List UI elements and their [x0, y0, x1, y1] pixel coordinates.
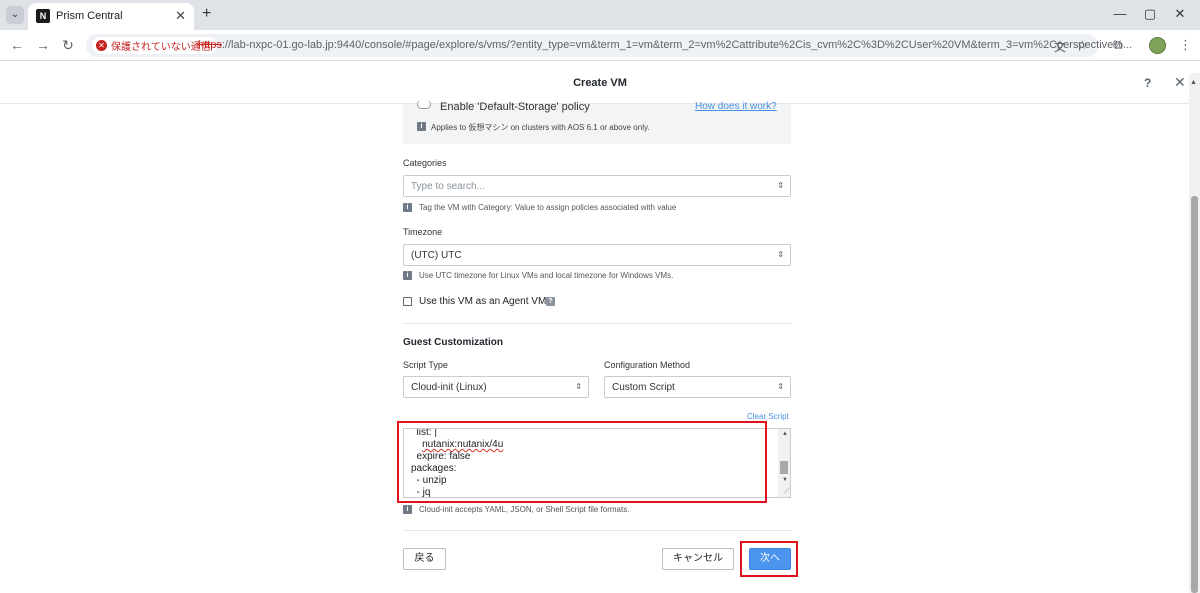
- script-type-select[interactable]: Cloud-init (Linux) ⇕: [403, 376, 589, 398]
- timezone-value: (UTC) UTC: [411, 250, 462, 261]
- script-line: packages:: [411, 463, 457, 474]
- address-bar[interactable]: ✕ 保護されていない通信 https://lab-nxpc-01.go-lab.…: [86, 34, 1132, 57]
- bookmark-star-icon[interactable]: ☆: [1077, 38, 1088, 52]
- clear-script-link[interactable]: Clear Script: [747, 412, 789, 421]
- tab-close-icon[interactable]: ✕: [175, 8, 186, 24]
- forward-arrow-icon[interactable]: →: [35, 37, 51, 53]
- storage-policy-label: Enable 'Default-Storage' policy: [440, 101, 590, 113]
- url-text[interactable]: https://lab-nxpc-01.go-lab.jp:9440/conso…: [198, 39, 1132, 51]
- dialog-title: Create VM: [573, 77, 627, 89]
- script-scroll-down-icon[interactable]: ▼: [782, 477, 788, 483]
- cancel-button[interactable]: キャンセル: [662, 548, 734, 570]
- info-icon: i: [403, 505, 412, 514]
- help-icon[interactable]: ?: [1144, 76, 1151, 90]
- nutanix-favicon-icon: N: [36, 9, 50, 23]
- dialog-close-icon[interactable]: ✕: [1174, 74, 1186, 91]
- script-line: nutanix:nutanix/4u: [422, 439, 504, 450]
- browser-toolbar: ← → ↻ ✕ 保護されていない通信 https://lab-nxpc-01.g…: [0, 30, 1200, 61]
- how-does-it-work-link[interactable]: How does it work?: [695, 101, 777, 112]
- custom-script-textarea[interactable]: list: | nutanix:nutanix/4u expire: false…: [403, 428, 791, 498]
- insecure-warning-icon: ✕: [96, 40, 107, 51]
- extensions-icon[interactable]: ⧉: [1113, 37, 1122, 53]
- reload-icon[interactable]: ↻: [60, 37, 76, 54]
- minimize-icon[interactable]: —: [1110, 6, 1130, 21]
- categories-placeholder: Type to search...: [411, 181, 485, 192]
- info-icon: i: [417, 122, 426, 131]
- maximize-icon[interactable]: ▢: [1140, 6, 1160, 22]
- timezone-hint: Use UTC timezone for Linux VMs and local…: [419, 271, 674, 280]
- tab-title: Prism Central: [56, 10, 123, 22]
- back-arrow-icon[interactable]: ←: [9, 37, 25, 53]
- script-scroll-up-icon[interactable]: ▲: [782, 431, 788, 437]
- categories-hint: Tag the VM with Category: Value to assig…: [419, 203, 677, 212]
- new-tab-icon[interactable]: +: [202, 5, 211, 23]
- config-method-label: Configuration Method: [604, 360, 691, 370]
- script-line: expire: false: [411, 451, 471, 462]
- config-method-select[interactable]: Custom Script ⇕: [604, 376, 791, 398]
- script-line: - unzip: [411, 475, 447, 486]
- cloud-init-hint: Cloud-init accepts YAML, JSON, or Shell …: [419, 505, 630, 514]
- profile-avatar[interactable]: [1149, 37, 1166, 54]
- select-caret-icon: ⇕: [777, 382, 784, 391]
- select-caret-icon: ⇕: [777, 250, 784, 259]
- storage-policy-panel: Enable 'Default-Storage' policy How does…: [403, 100, 791, 144]
- timezone-select[interactable]: (UTC) UTC ⇕: [403, 244, 791, 266]
- dialog-header: Create VM ? ✕: [0, 62, 1200, 104]
- agent-vm-help-icon[interactable]: ?: [546, 297, 555, 306]
- guest-customization-title: Guest Customization: [403, 337, 504, 348]
- info-icon: i: [403, 271, 412, 280]
- categories-label: Categories: [403, 158, 447, 168]
- browser-tabstrip: ⌄ N Prism Central ✕ + — ▢ ✕: [0, 0, 1200, 30]
- script-type-label: Script Type: [403, 360, 448, 370]
- agent-vm-label[interactable]: Use this VM as an Agent VM: [419, 296, 546, 307]
- script-line: - jq: [411, 487, 431, 498]
- storage-policy-toggle[interactable]: [417, 100, 431, 109]
- section-divider: [403, 323, 791, 324]
- storage-policy-note: Applies to 仮想マシン on clusters with AOS 6.…: [431, 123, 650, 132]
- footer-divider: [403, 530, 791, 531]
- script-scrollbar-thumb[interactable]: [780, 461, 788, 474]
- next-button[interactable]: 次へ: [749, 548, 791, 570]
- tab-search-icon[interactable]: ⌄: [6, 6, 24, 24]
- scroll-up-icon[interactable]: ▲: [1190, 79, 1197, 86]
- script-type-value: Cloud-init (Linux): [411, 382, 487, 393]
- browser-tab[interactable]: N Prism Central ✕: [28, 3, 194, 30]
- select-caret-icon: ⇕: [575, 382, 582, 391]
- timezone-label: Timezone: [403, 227, 443, 237]
- browser-menu-icon[interactable]: ⋮: [1179, 37, 1192, 53]
- categories-search-input[interactable]: Type to search... ⇕: [403, 175, 791, 197]
- resize-grip-icon[interactable]: ⟋: [784, 488, 789, 496]
- config-method-value: Custom Script: [612, 382, 675, 393]
- translate-icon[interactable]: 文: [1054, 38, 1066, 55]
- script-line: list: |: [411, 428, 437, 438]
- security-text: 保護されていない通信: [111, 42, 211, 53]
- back-button[interactable]: 戻る: [403, 548, 446, 570]
- page-scrollbar-thumb[interactable]: [1191, 196, 1198, 593]
- info-icon: i: [403, 203, 412, 212]
- agent-vm-checkbox[interactable]: [403, 297, 412, 306]
- window-close-icon[interactable]: ✕: [1170, 6, 1190, 22]
- select-caret-icon: ⇕: [777, 181, 784, 190]
